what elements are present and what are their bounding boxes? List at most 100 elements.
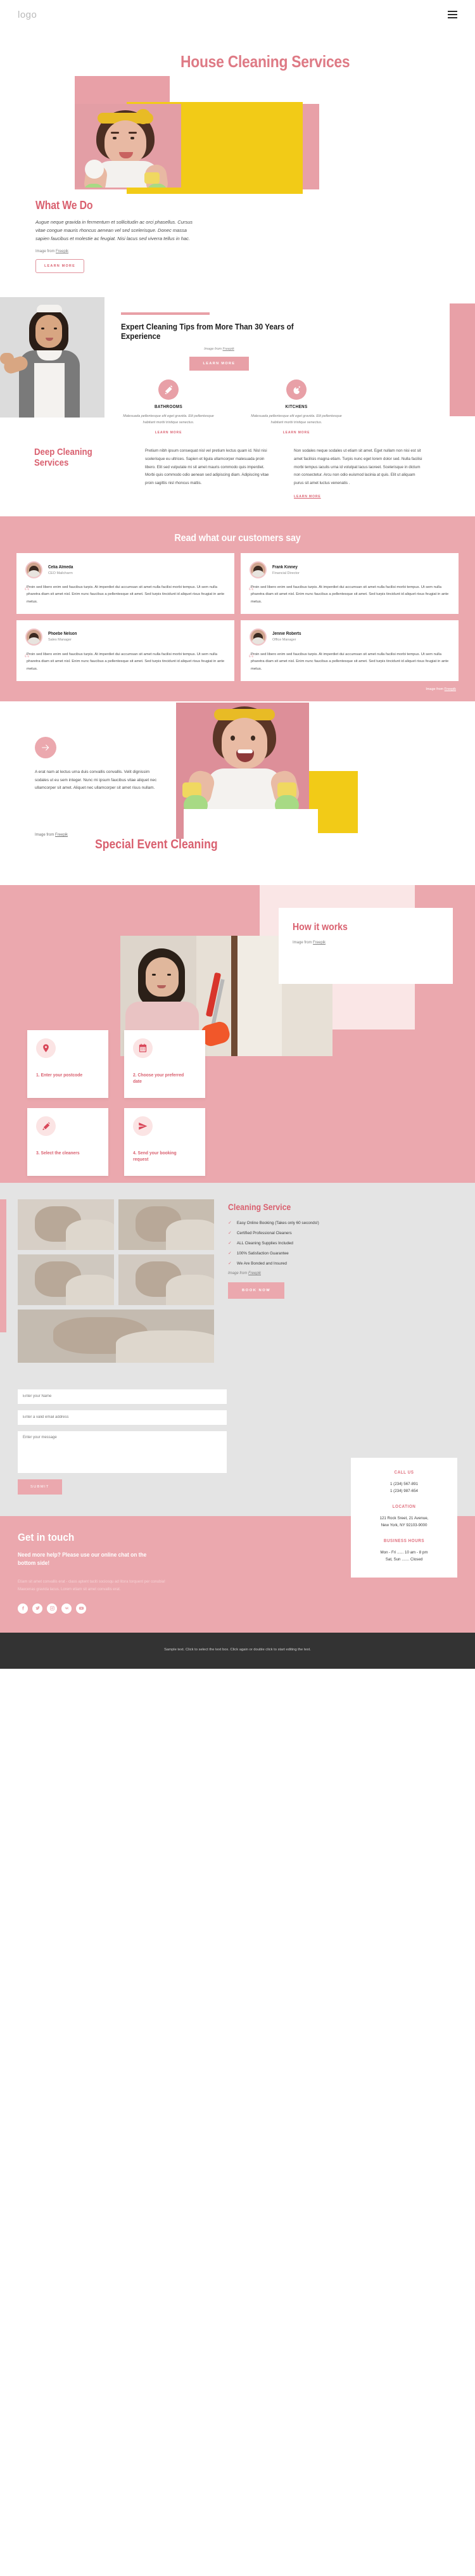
step-card-4[interactable]: 4. Send your booking request [124, 1107, 205, 1176]
email-field[interactable] [18, 1410, 227, 1425]
check-icon: ✓ [228, 1230, 232, 1235]
testimonial-card: Phoebe Nelson Sales Manager “ Proin sed … [16, 620, 234, 681]
call-us-label: CALL US [394, 1470, 414, 1475]
testimonial-card: Celia Almeda CEO Mailcharm “ Proin sed l… [16, 553, 234, 614]
how-it-works-card: How it works Image from Freepik [279, 907, 453, 984]
hero-pink-shape-top [75, 76, 170, 105]
social-links [18, 1603, 457, 1614]
step-card-1[interactable]: 1. Enter your postcode [27, 1030, 108, 1098]
tips-column-link[interactable]: LEARN MORE [249, 431, 344, 435]
feature-item: ✓ 100% Satisfaction Guarantee [228, 1251, 418, 1256]
special-event-section: A erat nam at lectus urna duis convallis… [0, 701, 475, 885]
check-icon: ✓ [228, 1251, 232, 1256]
youtube-icon[interactable] [76, 1603, 86, 1614]
burger-line [448, 14, 457, 15]
broom-icon [158, 379, 179, 400]
testimonials-section: Read what our customers say Celia Almeda… [0, 516, 475, 701]
submit-button[interactable]: SUBMIT [18, 1479, 62, 1495]
deep-cleaning-learn-more-link[interactable]: LEARN MORE [294, 494, 424, 500]
logo[interactable]: logo [18, 10, 37, 20]
feature-label: ALL Cleaning Supplies Included [236, 1240, 293, 1246]
tips-column-title: KITCHENS [285, 405, 308, 410]
get-in-touch-section: CALL US 1 (234) 567-891 1 (234) 987-654 … [0, 1457, 475, 1633]
tips-column-link[interactable]: LEARN MORE [121, 431, 216, 435]
hamburger-menu-icon[interactable] [448, 11, 457, 18]
freepik-link[interactable]: Freepik [445, 687, 456, 691]
deep-cleaning-section: Deep Cleaning Services Pretium nibh ipsu… [0, 421, 475, 516]
testimonial-text: Proin sed libero enim sed faucibus turpi… [251, 585, 449, 604]
step-label: 1. Enter your postcode [36, 1071, 83, 1078]
tips-columns: BATHROOMS Malesuada pellentesque elit eg… [121, 379, 437, 435]
gallery-photo [18, 1254, 114, 1305]
cleaning-service-title: Cleaning Service [228, 1201, 291, 1212]
twitter-icon[interactable] [32, 1603, 42, 1614]
testimonial-name: Jennie Roberts [272, 632, 301, 637]
testimonial-card: Jennie Roberts Office Manager “ Proin se… [241, 620, 459, 681]
book-now-button[interactable]: BOOK NOW [228, 1282, 285, 1299]
feature-item: ✓ Certified Professional Cleaners [228, 1231, 418, 1235]
credit-prefix: Image from [228, 1271, 249, 1275]
tips-pink-accent-bar [450, 303, 475, 417]
what-we-do-title: What We Do [35, 199, 93, 212]
testimonial-name: Phoebe Nelson [48, 632, 77, 637]
arrow-right-icon[interactable] [35, 736, 56, 758]
gallery-photo [118, 1199, 214, 1250]
tips-column-kitchens: KITCHENS Malesuada pellentesque elit ege… [249, 379, 344, 435]
freepik-link[interactable]: Freepik [223, 347, 234, 351]
phone-number-1[interactable]: 1 (234) 567-891 [361, 1481, 447, 1488]
avatar [25, 561, 42, 579]
tips-learn-more-button[interactable]: LEARN MORE [189, 357, 250, 371]
freepik-link[interactable]: Freepik [56, 250, 68, 253]
facebook-icon[interactable] [18, 1603, 28, 1614]
step-label: 4. Send your booking request [133, 1149, 177, 1162]
testimonial-role: Sales Manager [48, 638, 72, 642]
freepik-link[interactable]: Freepik [313, 941, 326, 945]
what-we-do-learn-more-button[interactable]: LEARN MORE [35, 259, 84, 274]
credit-prefix: Image from [293, 940, 314, 945]
step-card-2[interactable]: 2. Choose your preferred date [124, 1030, 205, 1098]
cleaning-service-section: Cleaning Service ✓ Easy Online Booking (T… [0, 1182, 475, 1382]
check-icon: ✓ [228, 1240, 232, 1246]
testimonial-name: Frank Kinney [272, 564, 298, 570]
hours-weekday: Mon - Fri ...... 10 am - 8 pm [380, 1550, 428, 1555]
testimonial-card: Frank Kinney Financial Director “ Proin … [241, 553, 459, 614]
get-in-touch-subtitle: Need more help? Please use our online ch… [18, 1551, 147, 1567]
message-field[interactable] [18, 1431, 227, 1473]
broom-icon [36, 1116, 56, 1136]
testimonial-text: Proin sed libero enim sed faucibus turpi… [27, 652, 225, 671]
deep-cleaning-title: Deep Cleaning Services [34, 447, 92, 469]
cleaning-service-feature-list: ✓ Easy Online Booking (Takes only 60 seco… [228, 1221, 418, 1266]
tips-card: Expert Cleaning Tips from More Than 30 Y… [104, 303, 450, 435]
testimonials-grid: Celia Almeda CEO Mailcharm “ Proin sed l… [16, 553, 459, 681]
gallery-photo-wide [18, 1309, 214, 1363]
tips-divider [121, 312, 210, 316]
hero-section: House Cleaning Services [0, 29, 475, 194]
paper-plane-icon [133, 1116, 153, 1136]
what-we-do-section: What We Do Augue neque gravida in fermen… [0, 188, 209, 292]
image-credit: Image from Freepik [293, 941, 453, 945]
freepik-link[interactable]: Freepik [55, 833, 68, 837]
special-event-body: A erat nam at lectus urna duis convallis… [35, 769, 157, 791]
deep-cleaning-text-1: Pretium nibh ipsum consequat nisl vel pr… [145, 449, 269, 486]
testimonial-role: Financial Director [272, 571, 300, 575]
testimonial-name: Celia Almeda [48, 564, 73, 570]
how-it-works-title: How it works [293, 921, 348, 933]
special-event-title: Special Event Cleaning [95, 837, 218, 851]
image-credit: Image from Freepik [121, 347, 317, 351]
testimonials-heading: Read what our customers say [174, 533, 301, 544]
vk-icon[interactable] [61, 1603, 72, 1614]
credit-prefix: Image from [204, 347, 223, 352]
location-label: LOCATION [392, 1504, 416, 1509]
check-icon: ✓ [228, 1261, 232, 1266]
name-field[interactable] [18, 1389, 227, 1404]
address-line-2: New York, NY 92103-9000 [381, 1523, 428, 1528]
tips-column-title: BATHROOMS [154, 405, 183, 410]
step-card-3[interactable]: 3. Select the cleaners [27, 1107, 108, 1176]
freepik-link[interactable]: Freepik [248, 1272, 261, 1275]
feature-label: Certified Professional Cleaners [236, 1230, 292, 1235]
phone-number-2[interactable]: 1 (234) 987-654 [361, 1488, 447, 1495]
get-in-touch-body: Etiam sit amet convallis erat - class ap… [18, 1579, 165, 1591]
feature-item: ✓ Easy Online Booking (Takes only 60 seco… [228, 1221, 418, 1225]
instagram-icon[interactable] [47, 1603, 57, 1614]
image-credit: Image from Freepik [16, 687, 459, 691]
